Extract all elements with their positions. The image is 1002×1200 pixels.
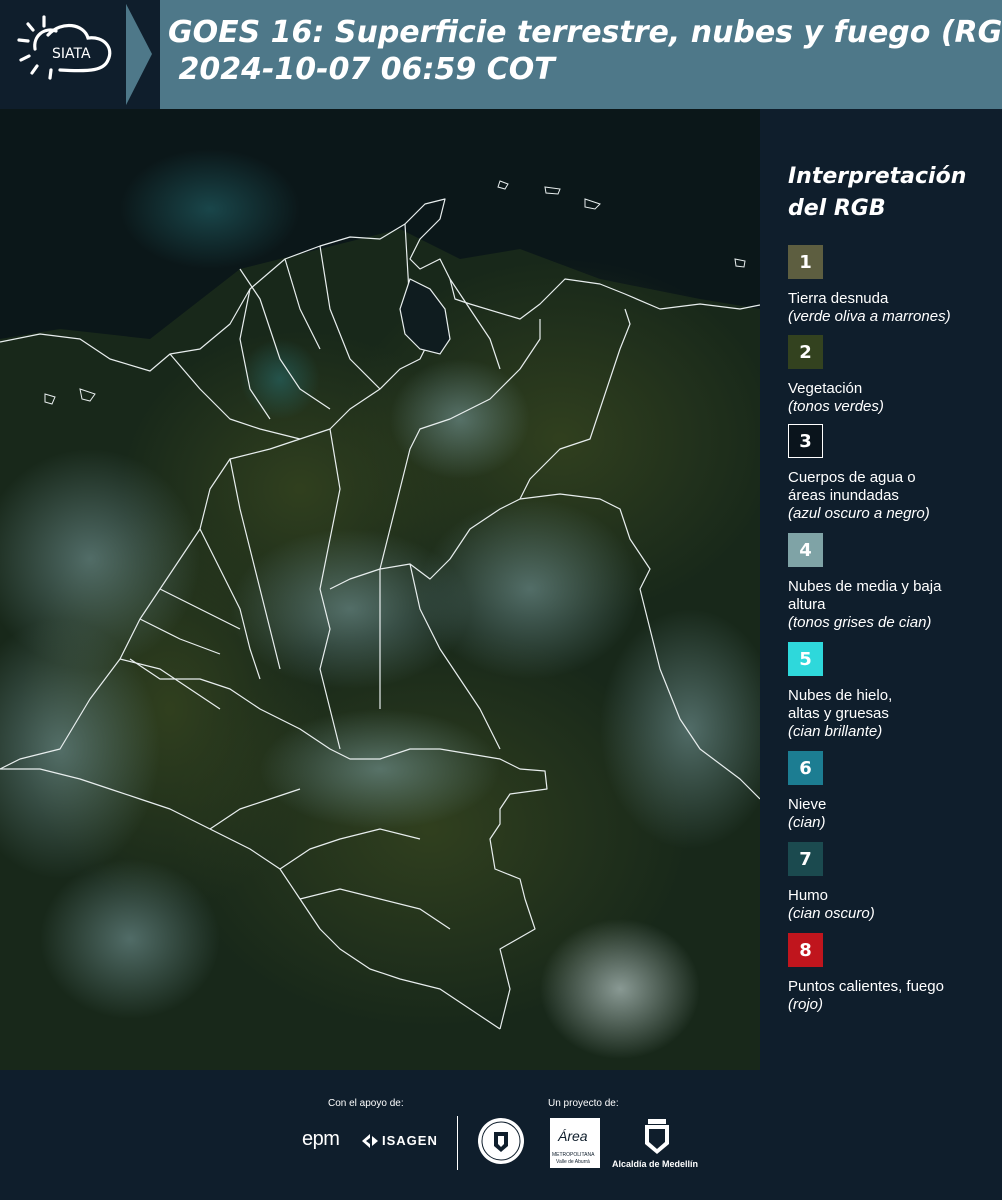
- legend-sub-2: (tonos verdes): [788, 398, 884, 415]
- footer-divider: [457, 1116, 458, 1170]
- project-label: Un proyecto de:: [548, 1098, 619, 1109]
- legend-label-5: Nubes de hielo, altas y gruesas: [788, 687, 893, 722]
- legend-label-3: Cuerpos de agua o áreas inundadas: [788, 469, 916, 504]
- legend-sub-5: (cian brillante): [788, 723, 883, 740]
- legend-label-1: Tierra desnuda: [788, 290, 889, 307]
- area-metropolitana-logo: Área METROPOLITANA Valle de Aburrá: [550, 1118, 600, 1168]
- svg-text:SIATA: SIATA: [52, 46, 91, 62]
- legend-label-6: Nieve: [788, 796, 827, 813]
- legend-item-2: 2 Vegetación (tonos verdes): [788, 335, 998, 416]
- footer: Con el apoyo de: Un proyecto de: epm ISA…: [0, 1070, 1002, 1200]
- medellin-university-seal-icon: [478, 1118, 524, 1164]
- area-logo-text: Área: [558, 1128, 588, 1144]
- legend-swatch-2: 2: [788, 335, 823, 369]
- alcaldia-logo-text: Alcaldía de Medellín: [612, 1159, 699, 1169]
- header-bar: SIATA GOES 16: Superficie terrestre, nub…: [0, 0, 1002, 109]
- page-title: GOES 16: Superficie terrestre, nubes y f…: [168, 15, 1002, 87]
- legend-item-6: 6 Nieve (cian): [788, 751, 998, 832]
- legend-label-7: Humo: [788, 887, 829, 904]
- epm-logo: epm: [302, 1128, 340, 1150]
- isagen-icon: [362, 1134, 378, 1148]
- alcaldia-coat-of-arms-icon: [645, 1119, 669, 1154]
- siata-logo: SIATA: [0, 0, 160, 109]
- legend-sub-8: (rojo): [788, 996, 824, 1013]
- legend-swatch-3: 3: [788, 424, 823, 458]
- area-line2: Valle de Aburrá: [556, 1159, 590, 1165]
- satellite-map: [0, 109, 760, 1070]
- legend-label-8: Puntos calientes, fuego: [788, 978, 944, 995]
- legend-label-2: Vegetación: [788, 380, 863, 397]
- legend-item-5: 5 Nubes de hielo, altas y gruesas (cian …: [788, 642, 998, 741]
- legend-swatch-5: 5: [788, 642, 823, 676]
- legend-swatch-7: 7: [788, 842, 823, 876]
- legend-sub-6: (cian): [788, 814, 826, 831]
- rgb-legend: Interpretación del RGB 1 Tierra desnuda …: [760, 109, 1002, 1070]
- legend-item-4: 4 Nubes de media y baja altura (tonos gr…: [788, 533, 998, 632]
- legend-item-1: 1 Tierra desnuda (verde oliva a marrones…: [788, 245, 998, 326]
- legend-swatch-6: 6: [788, 751, 823, 785]
- isagen-logo: ISAGEN: [382, 1133, 438, 1148]
- legend-sub-4: (tonos grises de cian): [788, 614, 932, 631]
- legend-label-4: Nubes de media y baja altura: [788, 578, 942, 613]
- legend-item-8: 8 Puntos calientes, fuego (rojo): [788, 933, 998, 1014]
- support-label: Con el apoyo de:: [328, 1098, 404, 1109]
- legend-sub-1: (verde oliva a marrones): [788, 308, 951, 325]
- area-line1: METROPOLITANA: [552, 1152, 595, 1158]
- legend-swatch-8: 8: [788, 933, 823, 967]
- legend-item-3: 3 Cuerpos de agua o áreas inundadas (azu…: [788, 424, 998, 523]
- legend-item-7: 7 Humo (cian oscuro): [788, 842, 998, 923]
- legend-sub-7: (cian oscuro): [788, 905, 875, 922]
- legend-sub-3: (azul oscuro a negro): [788, 505, 930, 522]
- legend-title: Interpretación del RGB: [788, 164, 967, 221]
- legend-swatch-4: 4: [788, 533, 823, 567]
- legend-swatch-1: 1: [788, 245, 823, 279]
